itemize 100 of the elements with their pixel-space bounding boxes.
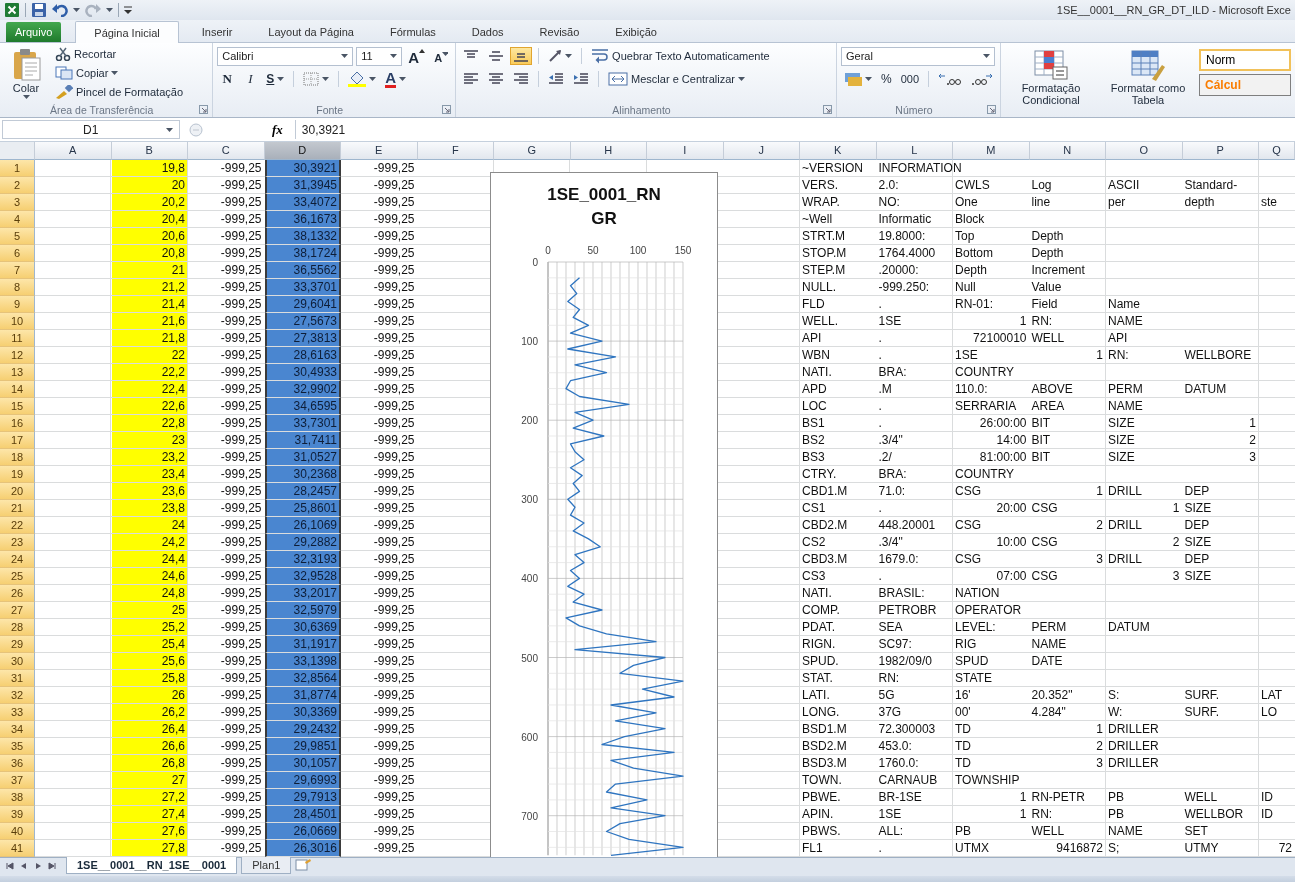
- row-header[interactable]: 1: [0, 160, 35, 177]
- row-header[interactable]: 36: [0, 755, 35, 772]
- row-header[interactable]: 12: [0, 347, 35, 364]
- column-header[interactable]: A: [35, 142, 112, 160]
- launcher-icon[interactable]: [442, 105, 452, 114]
- launcher-icon[interactable]: [822, 105, 832, 114]
- undo-icon[interactable]: [52, 3, 68, 17]
- launcher-icon[interactable]: [199, 105, 209, 114]
- column-header[interactable]: E: [341, 142, 418, 160]
- conditional-format-button[interactable]: Formatação Condicional: [1005, 46, 1097, 117]
- last-sheet-icon[interactable]: [48, 862, 56, 870]
- row-header[interactable]: 20: [0, 483, 35, 500]
- caret-icon[interactable]: [982, 54, 990, 58]
- row-header[interactable]: 26: [0, 585, 35, 602]
- first-sheet-icon[interactable]: [6, 862, 14, 870]
- font-name-field[interactable]: Calibri: [217, 46, 354, 66]
- row-header[interactable]: 27: [0, 602, 35, 619]
- save-icon[interactable]: [31, 2, 47, 18]
- row-header[interactable]: 38: [0, 789, 35, 806]
- column-header[interactable]: M: [953, 142, 1030, 160]
- row-header[interactable]: 41: [0, 840, 35, 857]
- row-header[interactable]: 32: [0, 687, 35, 704]
- previous-sheet-icon[interactable]: [20, 862, 28, 870]
- column-header[interactable]: O: [1106, 142, 1183, 160]
- ribbon-tab[interactable]: Layout da Página: [255, 21, 367, 42]
- row-header[interactable]: 7: [0, 262, 35, 279]
- row-header[interactable]: 22: [0, 517, 35, 534]
- row-header[interactable]: 39: [0, 806, 35, 823]
- row-header[interactable]: 2: [0, 177, 35, 194]
- column-header[interactable]: J: [723, 142, 800, 160]
- row-header[interactable]: 6: [0, 245, 35, 262]
- formula-field[interactable]: 30,3921: [294, 120, 1295, 139]
- ribbon-tab[interactable]: Página Inicial: [75, 21, 179, 43]
- bold-button[interactable]: N: [217, 70, 238, 88]
- ribbon-tab[interactable]: Fórmulas: [376, 21, 449, 42]
- row-header[interactable]: 23: [0, 534, 35, 551]
- column-header[interactable]: L: [876, 142, 953, 160]
- column-header[interactable]: F: [417, 142, 494, 160]
- row-header[interactable]: 15: [0, 398, 35, 415]
- format-as-table-button[interactable]: Formatar como Tabela: [1103, 46, 1193, 117]
- row-header[interactable]: 8: [0, 279, 35, 296]
- percent-button[interactable]: %: [877, 70, 895, 88]
- row-header[interactable]: 37: [0, 772, 35, 789]
- format-painter-button[interactable]: Pincel de Formatação: [52, 83, 186, 101]
- customize-icon[interactable]: [124, 6, 132, 14]
- shrink-font-button[interactable]: A: [431, 47, 452, 65]
- copy-button[interactable]: Copiar: [52, 64, 186, 82]
- italic-button[interactable]: I: [240, 70, 261, 88]
- row-header[interactable]: 18: [0, 449, 35, 466]
- column-header[interactable]: I: [647, 142, 724, 160]
- launcher-icon[interactable]: [987, 105, 996, 114]
- wrap-text-button[interactable]: Quebrar Texto Automaticamente: [588, 47, 773, 65]
- row-header[interactable]: 24: [0, 551, 35, 568]
- row-header[interactable]: 19: [0, 466, 35, 483]
- row-header[interactable]: 17: [0, 432, 35, 449]
- font-size-field[interactable]: 11: [356, 46, 403, 66]
- paste-button[interactable]: Colar: [4, 45, 48, 102]
- column-header[interactable]: P: [1182, 142, 1259, 160]
- row-header[interactable]: 28: [0, 619, 35, 636]
- row-header[interactable]: 29: [0, 636, 35, 653]
- font-color-button[interactable]: A: [382, 70, 410, 88]
- number-format-field[interactable]: Geral: [840, 46, 995, 66]
- row-header[interactable]: 33: [0, 704, 35, 721]
- vertical-align-button[interactable]: [510, 47, 533, 65]
- insert-function-button[interactable]: fx: [268, 121, 287, 138]
- column-header[interactable]: N: [1029, 142, 1106, 160]
- row-header[interactable]: 40: [0, 823, 35, 840]
- ribbon-tab[interactable]: Revisão: [526, 21, 593, 42]
- column-header[interactable]: H: [570, 142, 647, 160]
- caret-icon[interactable]: [341, 54, 349, 58]
- thousands-button[interactable]: 000: [897, 70, 922, 88]
- column-header[interactable]: C: [188, 142, 265, 160]
- file-tab[interactable]: Arquivo: [6, 22, 62, 42]
- row-header[interactable]: 14: [0, 381, 35, 398]
- row-header[interactable]: 11: [0, 330, 35, 347]
- row-header[interactable]: 10: [0, 313, 35, 330]
- name-box[interactable]: D1: [2, 120, 180, 139]
- caret-icon[interactable]: [390, 54, 398, 58]
- row-header[interactable]: 4: [0, 211, 35, 228]
- row-header[interactable]: 13: [0, 364, 35, 381]
- underline-button[interactable]: S: [263, 70, 288, 88]
- row-header[interactable]: 21: [0, 500, 35, 517]
- cell-style-button[interactable]: Norm: [1199, 49, 1291, 71]
- sheet-tab[interactable]: Plan1: [241, 857, 292, 874]
- next-sheet-icon[interactable]: [34, 862, 42, 870]
- row-header[interactable]: 31: [0, 670, 35, 687]
- caret-icon[interactable]: [106, 8, 113, 12]
- sheet-tab[interactable]: 1SE__0001__RN_1SE__0001: [66, 857, 238, 874]
- ribbon-tab[interactable]: Exibição: [602, 21, 670, 42]
- row-header[interactable]: 9: [0, 296, 35, 313]
- grow-font-button[interactable]: A: [405, 47, 429, 65]
- column-header[interactable]: D: [264, 142, 341, 160]
- ribbon-tab[interactable]: Inserir: [188, 21, 246, 42]
- caret-icon[interactable]: [73, 8, 80, 12]
- row-header[interactable]: 3: [0, 194, 35, 211]
- row-header[interactable]: 35: [0, 738, 35, 755]
- row-header[interactable]: 5: [0, 228, 35, 245]
- row-header[interactable]: 34: [0, 721, 35, 738]
- column-header[interactable]: G: [494, 142, 571, 160]
- row-header[interactable]: 30: [0, 653, 35, 670]
